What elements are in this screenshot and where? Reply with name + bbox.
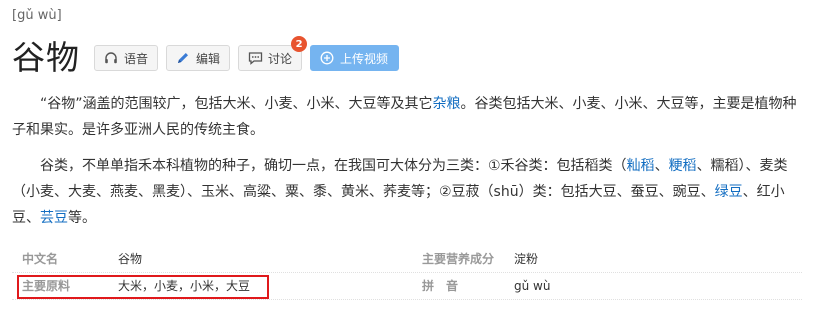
info-value: gǔ wù [514, 279, 551, 293]
info-key: 主要营养成分 [422, 252, 495, 266]
summary-paragraph-1: “谷物”涵盖的范围较广，包括大米、小麦、小米、大豆等及其它杂粮。谷类包括大米、小… [12, 96, 797, 138]
info-value: 淀粉 [514, 252, 539, 266]
upload-video-button[interactable]: 上传视频 [310, 45, 400, 71]
summary-paragraph-2: 谷类，不单单指禾本科植物的种子，确切一点，在我国可大体分为三类：①禾谷类：包括稻… [12, 158, 788, 226]
entry-header: 谷物 语音 编辑 讨论 2 上传视频 [12, 36, 407, 80]
link-lvdou[interactable]: 绿豆 [715, 184, 743, 200]
link-yundou[interactable]: 芸豆 [40, 210, 68, 226]
discuss-count-badge: 2 [291, 36, 308, 52]
link-xiandao[interactable]: 籼稻 [627, 158, 655, 174]
highlight-box [17, 275, 269, 299]
discuss-button-label: 讨论 [268, 51, 293, 66]
voice-button-label: 语音 [124, 51, 149, 66]
discuss-button[interactable]: 讨论 2 [238, 36, 308, 71]
edit-button[interactable]: 编辑 [166, 45, 231, 71]
link-jingdao[interactable]: 粳稻 [669, 158, 697, 174]
info-value: 谷物 [118, 252, 143, 266]
headphones-icon [103, 50, 119, 66]
page-title: 谷物 [12, 38, 80, 77]
info-key: 中文名 [22, 252, 59, 266]
plus-circle-icon [319, 50, 335, 66]
entry-pinyin: [gǔ wù] [12, 8, 62, 23]
pencil-icon [175, 50, 191, 66]
voice-button[interactable]: 语音 [94, 45, 159, 71]
info-row: 中文名 谷物 主要营养成分 淀粉 [12, 246, 802, 273]
link-zaliang[interactable]: 杂粮 [433, 96, 461, 112]
chat-icon [247, 50, 263, 66]
upload-video-button-label: 上传视频 [340, 51, 389, 66]
info-key: 拼 音 [422, 279, 459, 293]
edit-button-label: 编辑 [196, 51, 221, 66]
